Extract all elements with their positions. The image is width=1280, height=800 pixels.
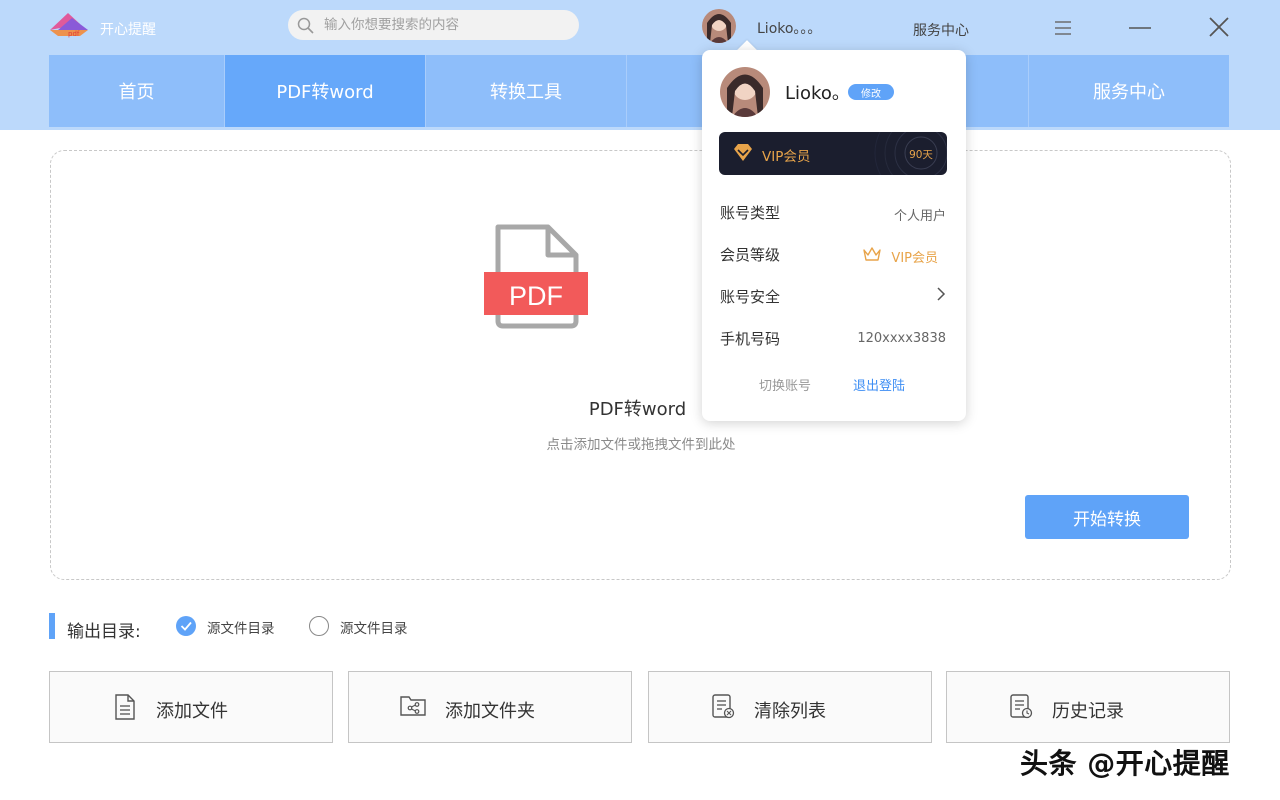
- add-file-label: 添加文件: [156, 701, 228, 722]
- tab-service-center[interactable]: 服务中心: [1029, 55, 1229, 127]
- check-icon: [180, 621, 192, 631]
- history-icon: [1010, 694, 1033, 719]
- account-type-value: 个人用户: [893, 209, 946, 224]
- history-label: 历史记录: [1052, 701, 1124, 722]
- minimize-button[interactable]: [1127, 14, 1153, 40]
- radio-source-dir-unchecked[interactable]: [309, 616, 329, 636]
- phone-label: 手机号码: [720, 330, 781, 348]
- logo-text: pdf: [68, 30, 80, 38]
- search-box[interactable]: [288, 10, 579, 40]
- menu-icon: [1055, 21, 1071, 35]
- vip-card: VIP会员 90天: [719, 132, 947, 175]
- popup-username: Lioko。: [785, 83, 850, 104]
- radio-source-dir-checked[interactable]: [176, 616, 196, 636]
- tab-convert-tools[interactable]: 转换工具: [426, 55, 627, 127]
- watermark: 头条 @开心提醒: [1020, 747, 1230, 780]
- add-folder-button[interactable]: 添加文件夹: [348, 671, 632, 743]
- user-profile-popup: Lioko。 修改 VIP会员 90天 账号类型 个人用户 会员等级 VIP会员…: [702, 50, 966, 421]
- account-security-label[interactable]: 账号安全: [720, 286, 780, 307]
- radio-label-1[interactable]: 源文件目录: [207, 617, 275, 637]
- minimize-icon: [1129, 27, 1151, 29]
- radio-label-2[interactable]: 源文件目录: [340, 617, 408, 637]
- search-input[interactable]: [324, 15, 564, 35]
- member-level-label: 会员等级: [720, 246, 781, 264]
- add-folder-label: 添加文件夹: [445, 701, 535, 722]
- vip-label: VIP会员: [762, 149, 811, 165]
- start-convert-button[interactable]: 开始转换: [1025, 495, 1189, 539]
- menu-button[interactable]: [1050, 14, 1076, 40]
- account-type-label: 账号类型: [720, 204, 781, 222]
- history-button[interactable]: 历史记录: [946, 671, 1230, 743]
- tab-home[interactable]: 首页: [49, 55, 225, 127]
- clear-list-label: 清除列表: [754, 701, 826, 722]
- search-icon: [297, 17, 314, 34]
- close-icon: [1209, 17, 1229, 37]
- member-level-value: VIP会员: [891, 251, 938, 266]
- drop-zone-title: PDF转word: [588, 399, 687, 420]
- header-username[interactable]: Lioko。。。: [757, 18, 821, 38]
- chevron-right-icon[interactable]: [936, 287, 946, 301]
- service-center-link[interactable]: 服务中心: [913, 20, 969, 40]
- edit-profile-button[interactable]: 修改: [848, 84, 894, 100]
- add-file-button[interactable]: 添加文件: [49, 671, 333, 743]
- diamond-icon: [734, 144, 752, 161]
- vip-days: 90天: [909, 149, 933, 161]
- app-name: 开心提醒: [100, 22, 156, 38]
- pdf-icon-label: PDF: [509, 281, 563, 311]
- output-dir-label: 输出目录:: [67, 622, 141, 642]
- popup-avatar: [720, 67, 770, 117]
- logout-link[interactable]: 退出登陆: [853, 375, 905, 394]
- file-icon: [115, 694, 135, 720]
- folder-share-icon: [400, 696, 426, 716]
- phone-value: 120xxxx3838: [857, 331, 946, 346]
- switch-account-link[interactable]: 切换账号: [759, 375, 811, 394]
- tab-pdf-to-word[interactable]: PDF转word: [225, 55, 426, 127]
- clear-list-icon: [712, 694, 735, 719]
- pdf-file-icon: PDF: [484, 223, 590, 333]
- avatar[interactable]: [702, 9, 736, 43]
- drop-zone-subtitle: 点击添加文件或拖拽文件到此处: [546, 437, 736, 453]
- crown-icon: [863, 247, 881, 261]
- clear-list-button[interactable]: 清除列表: [648, 671, 932, 743]
- close-button[interactable]: [1206, 14, 1232, 40]
- main-nav: 首页 PDF转word 转换工具 服务中心: [49, 55, 1229, 127]
- section-marker: [49, 613, 55, 639]
- app-logo: pdf: [48, 10, 90, 44]
